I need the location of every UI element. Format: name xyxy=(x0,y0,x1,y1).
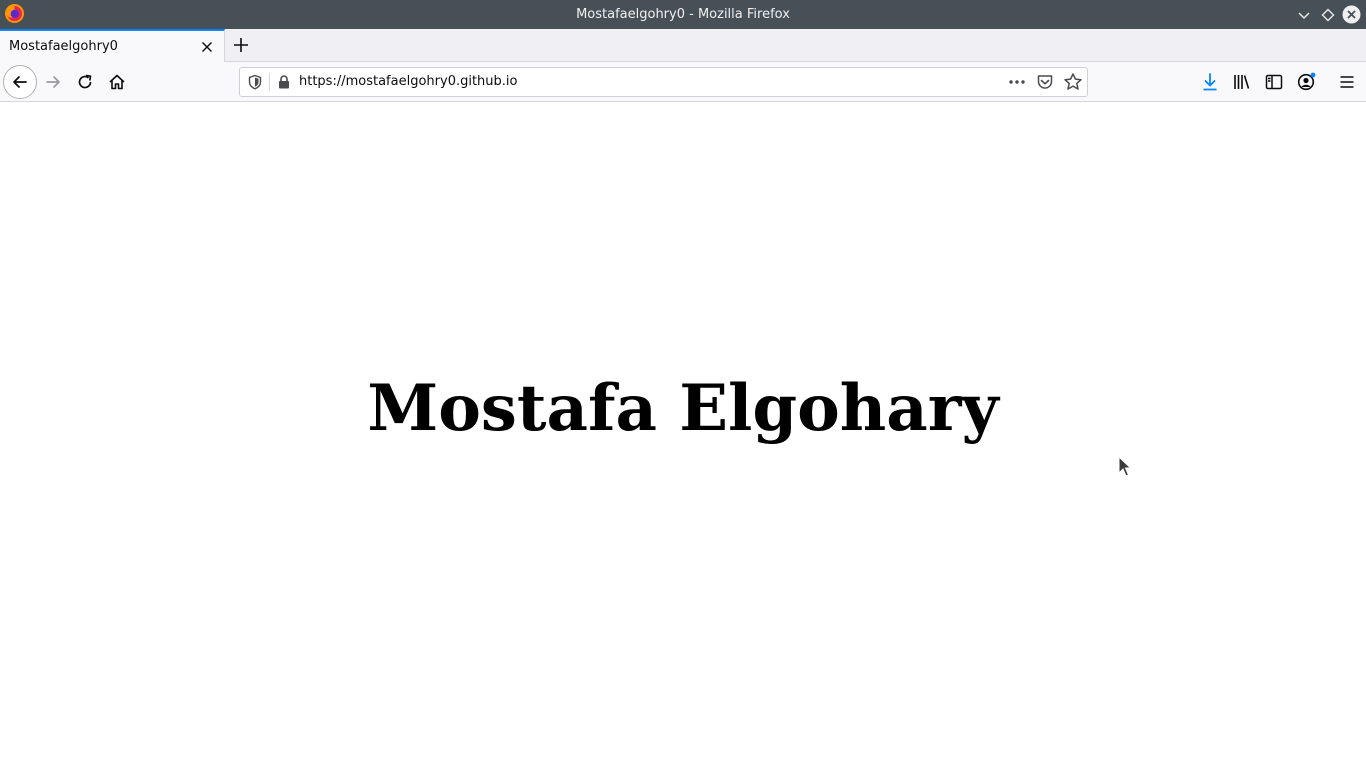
reload-button[interactable] xyxy=(71,68,99,96)
lock-icon[interactable] xyxy=(276,74,292,90)
window-title: Mostafaelgohry0 - Mozilla Firefox xyxy=(576,7,790,22)
pocket-icon[interactable] xyxy=(1036,73,1054,91)
navigation-toolbar: https://mostafaelgohry0.github.io xyxy=(0,62,1366,102)
library-icon[interactable] xyxy=(1232,72,1252,92)
address-bar[interactable]: https://mostafaelgohry0.github.io xyxy=(239,67,1088,97)
page-heading: Mostafa Elgohary xyxy=(367,371,999,446)
close-window-button[interactable] xyxy=(1342,5,1361,24)
home-button[interactable] xyxy=(103,68,131,96)
home-icon xyxy=(109,74,125,90)
maximize-button[interactable] xyxy=(1318,5,1337,24)
firefox-account-icon[interactable] xyxy=(1296,72,1316,92)
minimize-button[interactable] xyxy=(1294,5,1313,24)
download-icon[interactable] xyxy=(1200,72,1220,92)
new-tab-icon[interactable] xyxy=(231,35,251,55)
tracking-protection-shield-icon[interactable] xyxy=(247,74,263,90)
chevron-down-icon xyxy=(1297,11,1310,19)
back-button[interactable] xyxy=(3,65,37,99)
sidebar-toggle-icon[interactable] xyxy=(1264,72,1284,92)
close-tab-icon[interactable] xyxy=(199,39,215,55)
bookmark-star-icon[interactable] xyxy=(1063,72,1083,92)
close-icon xyxy=(1342,5,1361,24)
back-arrow-icon xyxy=(13,76,27,88)
url-text[interactable]: https://mostafaelgohry0.github.io xyxy=(299,68,517,96)
reload-icon xyxy=(78,74,92,89)
page-actions-more-icon[interactable] xyxy=(1007,72,1027,92)
forward-button[interactable] xyxy=(39,68,67,96)
tab-label: Mostafaelgohry0 xyxy=(9,39,118,54)
tab-strip: Mostafaelgohry0 xyxy=(0,29,1366,62)
mouse-cursor-icon xyxy=(1118,456,1132,477)
diamond-icon xyxy=(1321,8,1334,21)
window-titlebar: Mostafaelgohry0 - Mozilla Firefox xyxy=(0,0,1366,29)
page-content: Mostafa Elgohary xyxy=(0,103,1366,768)
forward-arrow-icon xyxy=(46,76,60,88)
hamburger-menu-icon[interactable] xyxy=(1337,72,1357,92)
tab-mostafaelgohry0[interactable]: Mostafaelgohry0 xyxy=(0,29,225,62)
urlbar-separator xyxy=(269,73,270,91)
